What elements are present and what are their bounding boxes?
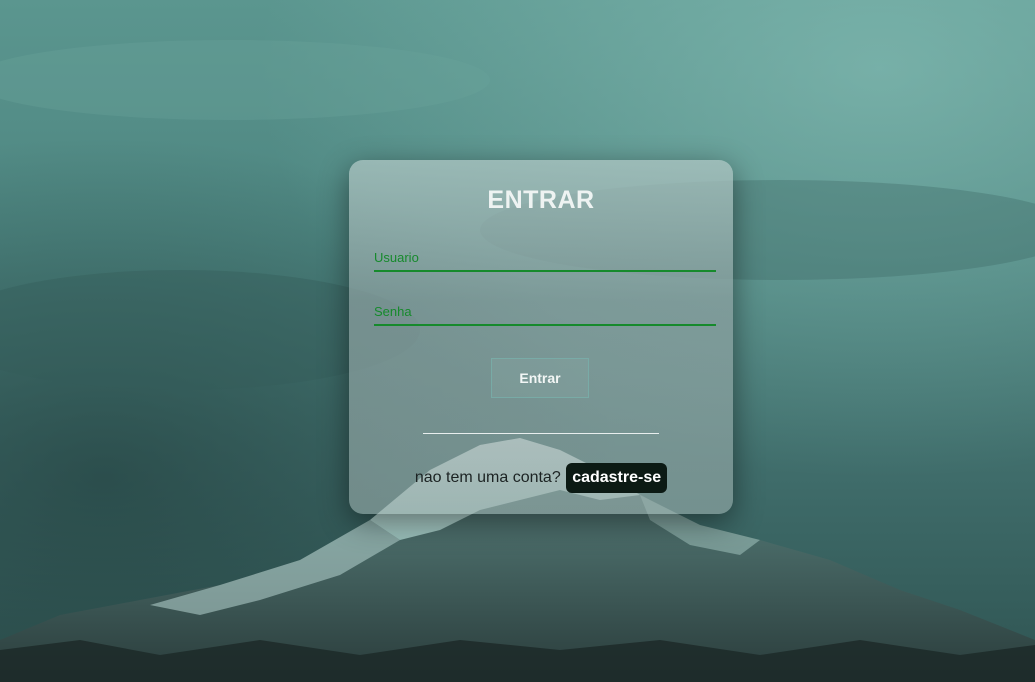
username-field xyxy=(374,244,716,272)
password-input[interactable] xyxy=(374,298,716,324)
divider xyxy=(423,433,659,434)
signup-link[interactable]: cadastre-se xyxy=(566,463,668,493)
no-account-text: nao tem uma conta? xyxy=(414,469,561,486)
login-title: ENTRAR xyxy=(487,186,595,214)
password-field xyxy=(374,298,716,326)
login-card: ENTRAR Entrar nao tem uma conta? cadastr… xyxy=(349,160,733,514)
login-screen: ENTRAR Entrar nao tem uma conta? cadastr… xyxy=(0,0,1035,682)
signup-row: nao tem uma conta? cadastre-se xyxy=(349,463,733,493)
username-input[interactable] xyxy=(374,244,716,270)
login-button[interactable]: Entrar xyxy=(491,358,589,398)
